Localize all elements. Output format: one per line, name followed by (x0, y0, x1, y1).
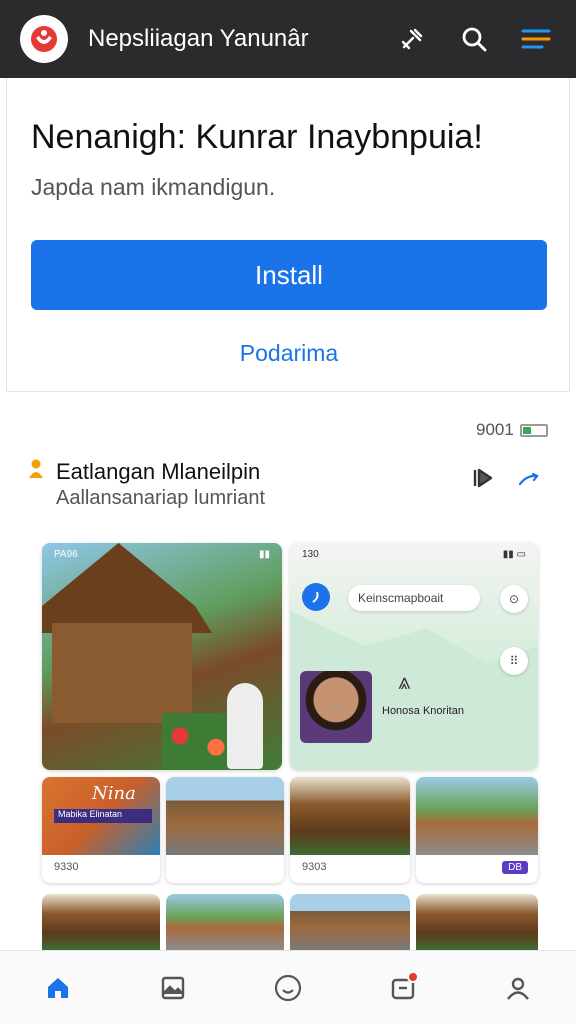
photo-tile-traditional-house[interactable]: PA96 ▮▮ (42, 543, 282, 770)
street-tile[interactable]: DB (416, 777, 538, 883)
street-image (416, 777, 538, 855)
search-icon[interactable] (454, 19, 494, 59)
install-card: Nenanigh: Kunrar Inaybnpuia! Japda nam i… (6, 78, 570, 392)
photo-tile-partial[interactable] (166, 894, 284, 950)
map-layers-icon[interactable]: ⠿ (500, 647, 528, 675)
photo-tile-partial[interactable] (416, 894, 538, 950)
poster-image: Nina Mabika Elinatan (42, 777, 160, 855)
page-headline: Nenanigh: Kunrar Inaybnpuia! (31, 118, 483, 156)
section-title: Eatlangan Mlaneilpin (56, 459, 261, 484)
photo-status-label: PA96 (54, 549, 78, 560)
map-search-input[interactable]: Keinscmapboait (348, 585, 480, 611)
profile-icon[interactable] (493, 963, 543, 1013)
poster-banner: Mabika Elinatan (54, 809, 152, 823)
porch-tile[interactable]: 9303 (290, 777, 410, 883)
poster-tile[interactable]: Nina Mabika Elinatan 9330 (42, 777, 160, 883)
secondary-link[interactable]: Podarima (7, 340, 571, 367)
photo-status-icons: ▮▮ (258, 549, 270, 560)
trend-icon[interactable] (514, 463, 544, 493)
tile-caption: 9330 (54, 861, 79, 873)
notification-badge (407, 970, 420, 983)
app-bar: Nepsliiagan Yanunâr (0, 0, 576, 78)
poster-title: Nina (92, 783, 136, 804)
install-button[interactable]: Install (31, 240, 547, 310)
map-place-label: Honosa Knoritan (382, 705, 464, 717)
section-subtitle: Aallansanariap lumriant (56, 487, 266, 509)
tile-badge: DB (502, 861, 528, 874)
logo-icon[interactable] (20, 15, 68, 63)
photo-tile-partial[interactable] (290, 894, 410, 950)
tile-caption: 9303 (302, 861, 327, 873)
map-status-bar: 130 ▮▮ ▭ (302, 549, 526, 560)
photo-tile-partial[interactable] (42, 894, 160, 950)
section-header: Eatlangan Mlaneilpin Aallansanariap lumr… (28, 455, 548, 515)
messages-icon[interactable] (378, 963, 428, 1013)
landmark-icon: ⩓ (398, 669, 411, 694)
tools-icon[interactable] (392, 19, 432, 59)
photo-status-bar: PA96 ▮▮ (54, 549, 270, 560)
battery-icon (519, 423, 548, 437)
map-location-icon[interactable] (302, 583, 330, 611)
gallery-icon[interactable] (148, 963, 198, 1013)
person-figure (227, 683, 263, 769)
crowd-tile[interactable] (166, 777, 284, 883)
profile-photo (300, 671, 372, 743)
home-icon[interactable] (33, 963, 83, 1013)
status-counter: 9001 (476, 420, 548, 440)
counter-value: 9001 (476, 420, 514, 439)
app-title: Nepsliiagan Yanunâr (88, 25, 309, 52)
map-status-label: 130 (302, 549, 319, 560)
share-icon[interactable] (468, 463, 498, 493)
filter-menu-icon[interactable] (516, 19, 556, 59)
map-recenter-icon[interactable]: ⊙ (500, 585, 528, 613)
emoji-icon[interactable] (263, 963, 313, 1013)
map-tile[interactable]: 130 ▮▮ ▭ Keinscmapboait ⊙ ⠿ ⩓ Honosa Kno… (290, 543, 538, 770)
bottom-navigation (0, 950, 576, 1024)
page-subline: Japda nam ikmandigun. (31, 174, 276, 200)
crowd-image (166, 777, 284, 855)
porch-image (290, 777, 410, 855)
person-pin-icon (28, 458, 44, 485)
house-body (52, 623, 192, 723)
map-status-icons: ▮▮ ▭ (502, 549, 526, 560)
